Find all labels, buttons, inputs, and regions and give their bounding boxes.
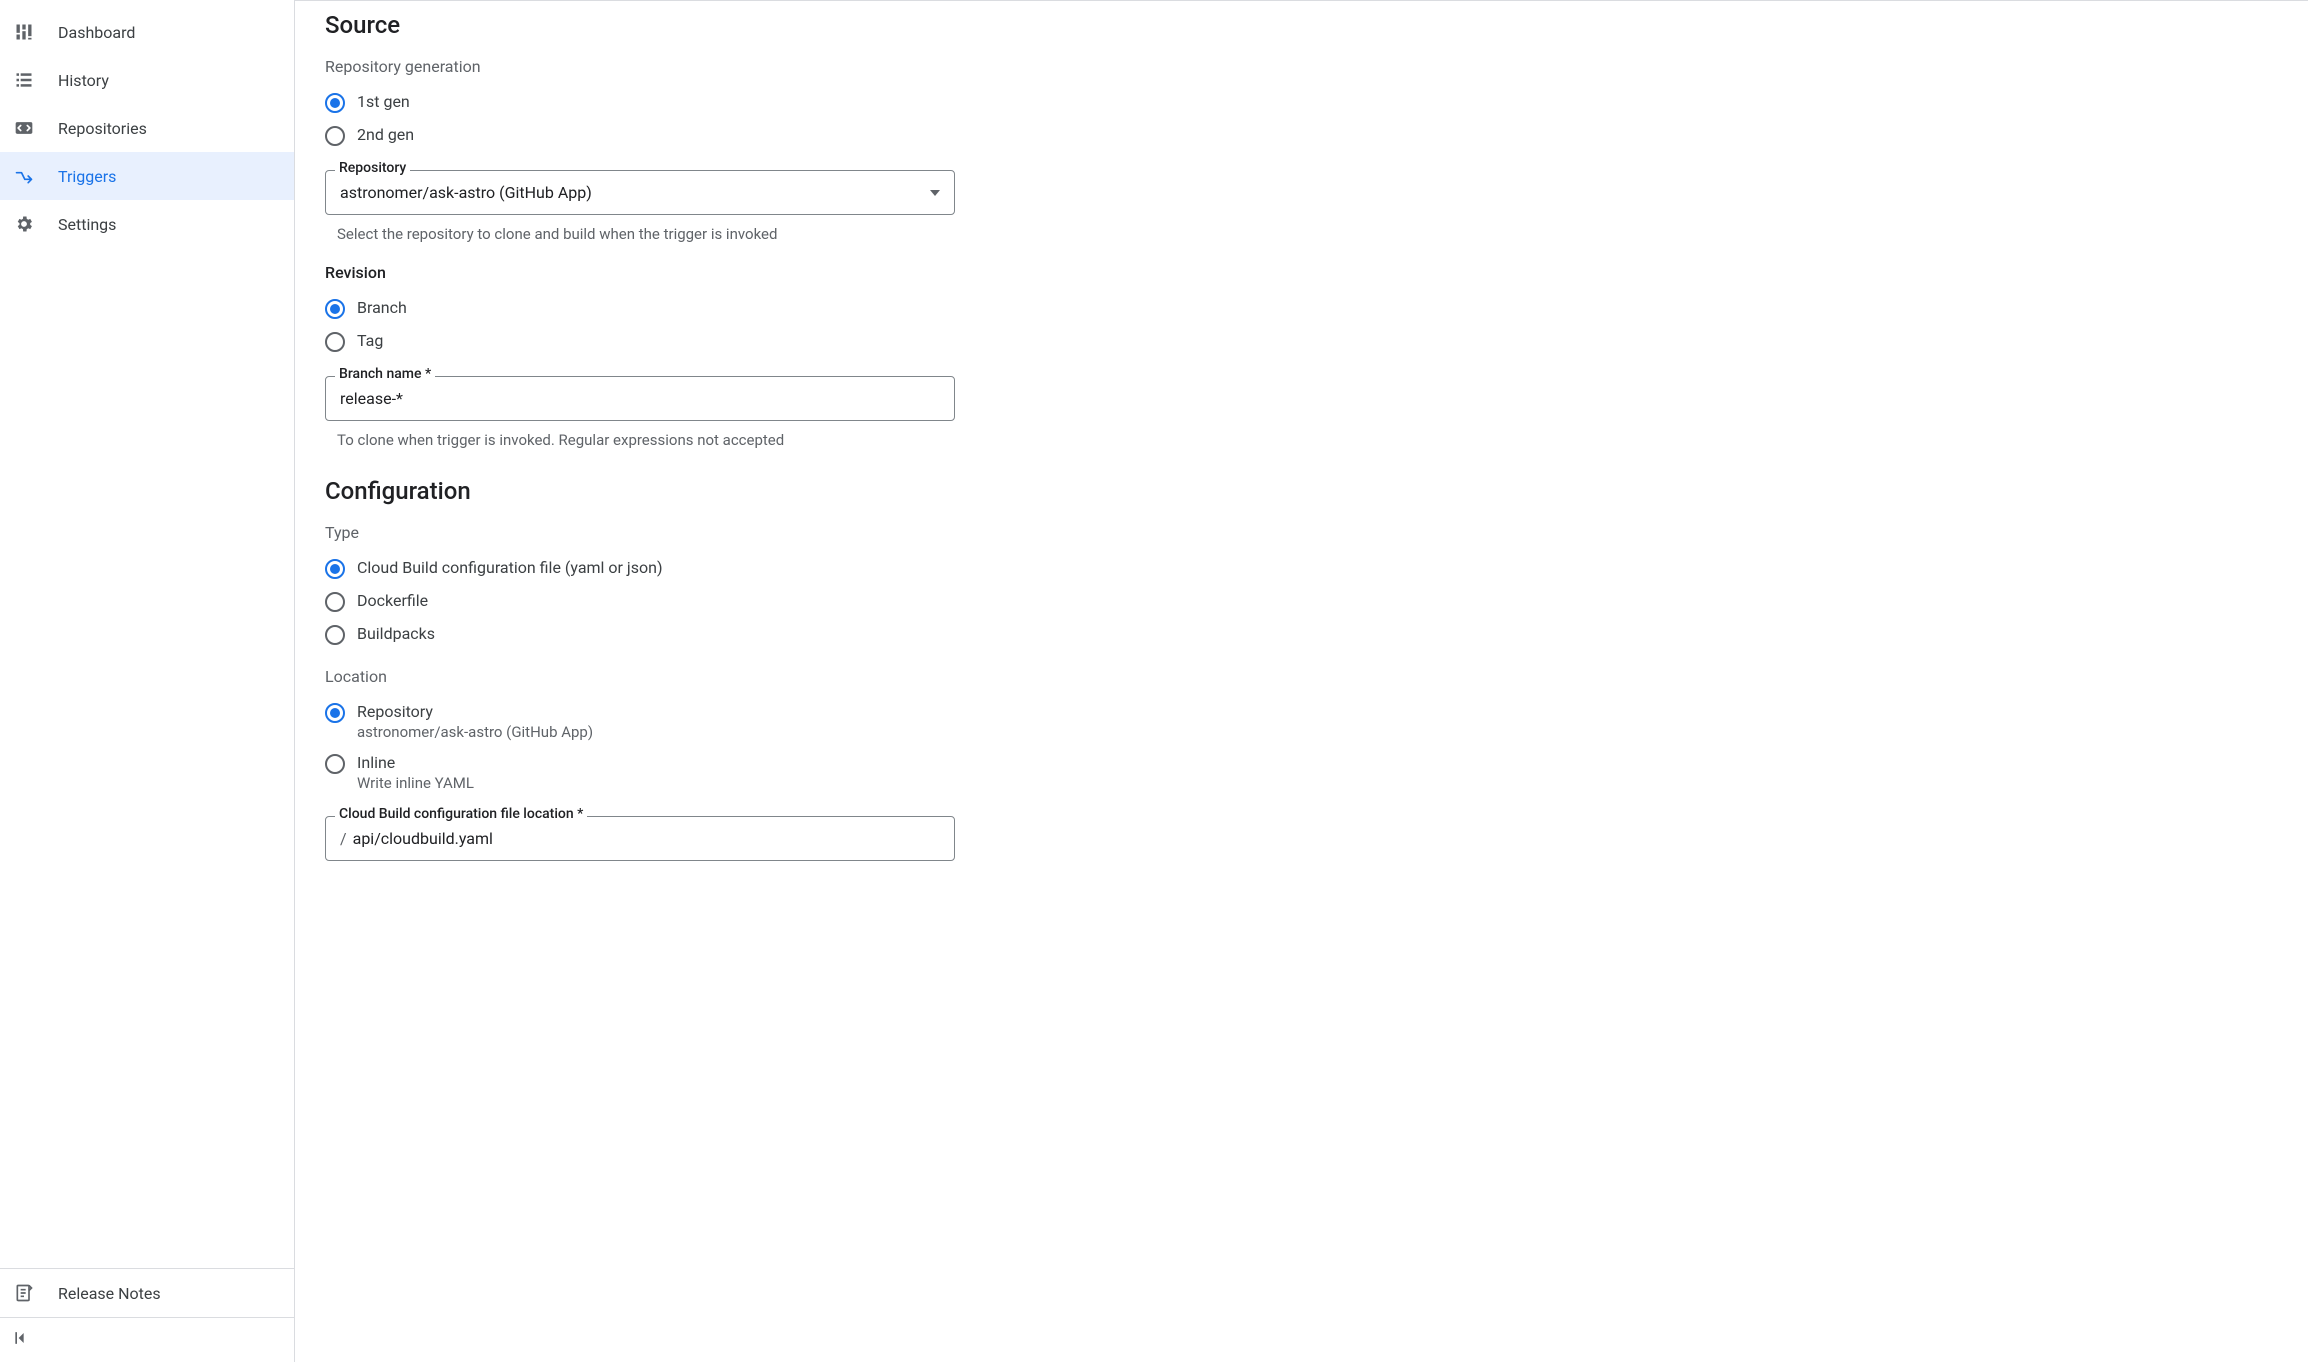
sidebar-item-repositories[interactable]: Repositories [0, 104, 294, 152]
radio-location-inline[interactable]: Inline Write inline YAML [325, 747, 2278, 798]
code-icon [12, 116, 36, 140]
revision-heading: Revision [325, 263, 2278, 282]
sidebar: Dashboard History Repositories Triggers … [0, 0, 295, 1362]
radio-label: Buildpacks [357, 624, 435, 643]
field-label: Cloud Build configuration file location … [335, 806, 587, 822]
location-label: Location [325, 667, 2278, 686]
sidebar-item-label: Dashboard [58, 23, 135, 42]
radio-icon [325, 559, 345, 579]
radio-tag[interactable]: Tag [325, 325, 2278, 358]
sidebar-item-triggers[interactable]: Triggers [0, 152, 294, 200]
config-file-location-input[interactable] [353, 829, 940, 848]
radio-1st-gen[interactable]: 1st gen [325, 86, 2278, 119]
type-label: Type [325, 523, 2278, 542]
path-prefix: / [340, 829, 347, 848]
radio-label: Cloud Build configuration file (yaml or … [357, 558, 663, 577]
repository-select[interactable]: Repository astronomer/ask-astro (GitHub … [325, 170, 955, 215]
sidebar-item-label: Triggers [58, 167, 116, 186]
radio-icon [325, 703, 345, 723]
sidebar-item-release-notes[interactable]: Release Notes [0, 1269, 294, 1317]
sidebar-item-label: Repositories [58, 119, 147, 138]
sidebar-item-history[interactable]: History [0, 56, 294, 104]
branch-helper: To clone when trigger is invoked. Regula… [337, 431, 967, 449]
configuration-heading: Configuration [325, 477, 2278, 505]
radio-icon [325, 299, 345, 319]
sidebar-item-label: Settings [58, 215, 116, 234]
config-file-location-field[interactable]: Cloud Build configuration file location … [325, 816, 955, 861]
radio-cloudbuild-file[interactable]: Cloud Build configuration file (yaml or … [325, 552, 2278, 585]
radio-label: Tag [357, 331, 383, 350]
gear-icon [12, 212, 36, 236]
radio-icon [325, 93, 345, 113]
radio-label: 2nd gen [357, 125, 414, 144]
radio-icon [325, 592, 345, 612]
radio-icon [325, 625, 345, 645]
notes-icon [12, 1281, 36, 1305]
sidebar-item-label: History [58, 71, 109, 90]
radio-label: Repository [357, 702, 593, 721]
radio-dockerfile[interactable]: Dockerfile [325, 585, 2278, 618]
chevron-down-icon [930, 190, 940, 196]
sidebar-item-dashboard[interactable]: Dashboard [0, 8, 294, 56]
field-label: Branch name * [335, 366, 435, 382]
repository-value: astronomer/ask-astro (GitHub App) [340, 183, 592, 202]
dashboard-icon [12, 20, 36, 44]
radio-icon [325, 754, 345, 774]
branch-name-input[interactable] [340, 389, 940, 408]
triggers-icon [12, 164, 36, 188]
radio-sublabel: Write inline YAML [357, 774, 474, 792]
list-icon [12, 68, 36, 92]
collapse-icon[interactable] [12, 1328, 36, 1352]
repository-helper: Select the repository to clone and build… [337, 225, 967, 243]
sidebar-item-label: Release Notes [58, 1284, 161, 1303]
radio-branch[interactable]: Branch [325, 292, 2278, 325]
source-heading: Source [325, 11, 2278, 39]
radio-sublabel: astronomer/ask-astro (GitHub App) [357, 723, 593, 741]
radio-label: Dockerfile [357, 591, 428, 610]
radio-2nd-gen[interactable]: 2nd gen [325, 119, 2278, 152]
radio-location-repository[interactable]: Repository astronomer/ask-astro (GitHub … [325, 696, 2278, 747]
radio-buildpacks[interactable]: Buildpacks [325, 618, 2278, 651]
radio-icon [325, 126, 345, 146]
main-content: Source Repository generation 1st gen 2nd… [295, 0, 2308, 1362]
branch-name-field[interactable]: Branch name * [325, 376, 955, 421]
repo-gen-label: Repository generation [325, 57, 2278, 76]
field-label: Repository [335, 160, 410, 176]
radio-label: 1st gen [357, 92, 410, 111]
sidebar-item-settings[interactable]: Settings [0, 200, 294, 248]
radio-label: Branch [357, 298, 407, 317]
radio-icon [325, 332, 345, 352]
radio-label: Inline [357, 753, 474, 772]
